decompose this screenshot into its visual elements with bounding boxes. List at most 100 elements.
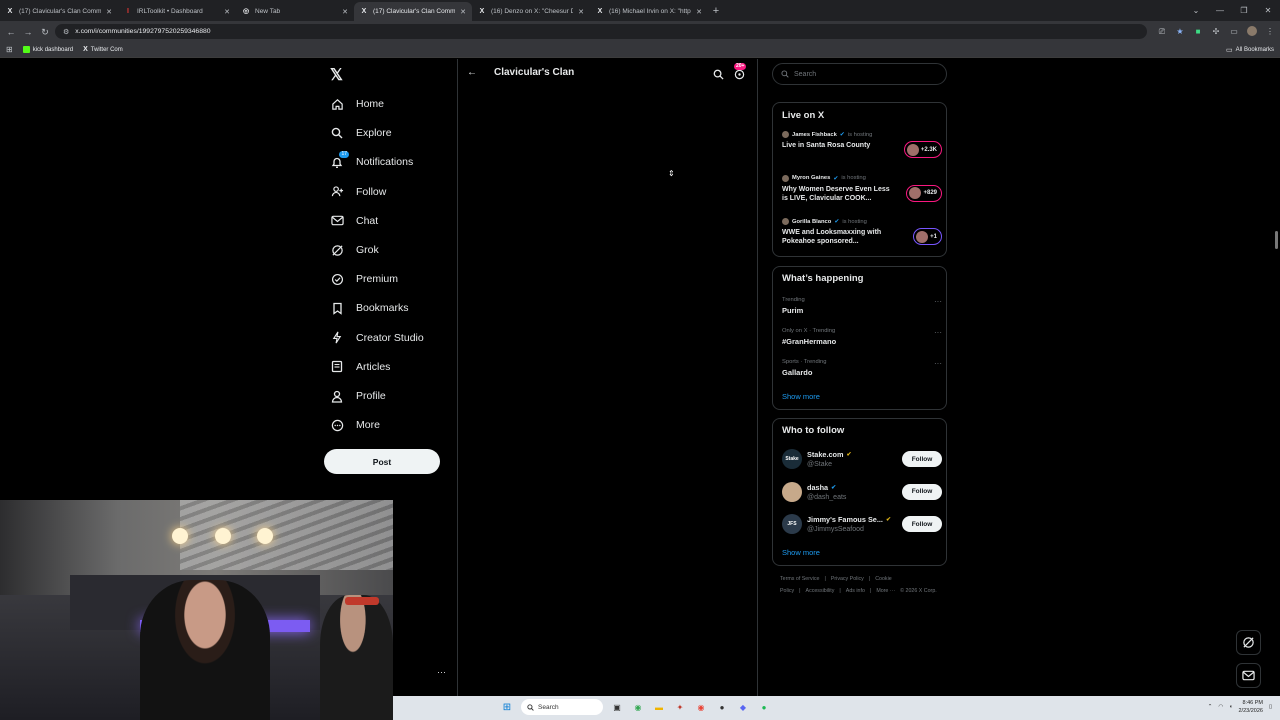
bookmark-twitter[interactable]: X Twitter Com [83,46,123,53]
close-tab-icon[interactable]: ✕ [106,8,112,16]
more-options-icon[interactable]: ··· [934,297,942,306]
live-broadcast-item[interactable]: Gorilla Blanco ✔ is hosting WWE and Looksma… [782,218,942,246]
windows-start-icon[interactable]: ⊞ [500,700,514,714]
close-tab-icon[interactable]: ✕ [460,8,466,16]
menu-icon[interactable]: ⋮ [1264,27,1276,36]
reload-icon[interactable]: ↻ [38,25,52,39]
live-broadcast-item[interactable]: James Fishback ✔ is hosting Live in Santa R… [782,131,942,158]
more-options-icon[interactable]: ··· [934,328,942,337]
sidebar-icon[interactable]: ▭ [1228,27,1240,36]
footer-link[interactable]: Ads info [846,588,865,594]
close-tab-icon[interactable]: ✕ [578,8,584,16]
browser-tab[interactable]: I IRLToolkit • Dashboard ✕ [118,2,236,21]
follow-suggestion[interactable]: JFS Jimmy's Famous Se... ✔ @JimmysSeafood Fo… [782,512,942,536]
extension-icon[interactable]: ■ [1192,27,1204,36]
account-more-icon[interactable]: ··· [437,667,446,677]
nav-item-more[interactable]: More [330,414,380,436]
nav-item-creator-studio[interactable]: Creator Studio [330,327,424,349]
avatar[interactable]: JFS [782,514,802,534]
trend-item[interactable]: Sports · Trending Gallardo ··· [782,359,942,377]
grok-fab[interactable] [1236,630,1261,655]
scroll-thumb[interactable] [1275,231,1278,249]
taskbar-clock[interactable]: 8:46 PM 2/23/2026 [1239,699,1263,715]
trends-show-more-link[interactable]: Show more [782,392,820,401]
nav-item-profile[interactable]: Profile [330,385,386,407]
url-omnibox[interactable]: ⚙ x.com/i/communities/199279752025934688… [55,24,1147,39]
taskbar-search[interactable]: Search [521,699,603,715]
nav-item-premium[interactable]: Premium [330,268,398,290]
browser-tab[interactable]: X (17) Clavicular's Clan Community ✕ [354,2,472,21]
new-tab-button[interactable]: + [708,2,724,21]
close-tab-icon[interactable]: ✕ [342,8,348,16]
app-icon[interactable]: ✦ [673,700,687,714]
chrome-icon[interactable]: ◉ [631,700,645,714]
browser-tab[interactable]: ◎ New Tab ✕ [236,2,354,21]
page-scrollbar[interactable] [1273,59,1280,720]
footer-link[interactable]: © 2026 X Corp. [900,588,937,594]
footer-link[interactable]: Accessibility [806,588,835,594]
more-options-icon[interactable]: ··· [934,359,942,368]
follow-show-more-link[interactable]: Show more [782,548,820,557]
all-bookmarks[interactable]: ▭ All Bookmarks [1226,46,1274,54]
footer-link[interactable]: Privacy Policy [831,576,864,582]
profile-avatar[interactable] [1246,25,1258,38]
back-icon[interactable]: ← [4,25,18,39]
avatar[interactable]: Stake [782,449,802,469]
clock-date: 2/23/2026 [1238,708,1263,714]
minimize-button[interactable]: — [1208,0,1232,21]
avatar[interactable] [782,481,802,502]
extensions-puzzle-icon[interactable]: ✣ [1210,27,1222,36]
close-tab-icon[interactable]: ✕ [224,8,230,16]
chrome-icon[interactable]: ◉ [694,700,708,714]
notification-center-icon[interactable]: ▯ [1269,704,1272,710]
close-window-button[interactable]: ✕ [1256,0,1280,21]
volume-icon[interactable]: ◖ [1229,704,1232,710]
tab-search-icon[interactable]: ⌄ [1184,0,1208,21]
search-input[interactable]: Search [772,63,947,85]
nav-item-chat[interactable]: Chat [330,210,378,232]
footer-link[interactable]: More ··· [876,588,895,594]
nav-item-explore[interactable]: Explore [330,122,392,144]
post-button[interactable]: Post [324,449,440,474]
follow-button[interactable]: Follow [902,516,942,532]
footer-link[interactable]: Terms of Service [780,576,819,582]
x-logo-icon[interactable]: 𝕏 [330,65,343,85]
live-broadcast-item[interactable]: Myron Gaines ✔ is hosting Why Women Deserve… [782,174,942,203]
install-app-icon[interactable]: ⎚ [1156,27,1168,37]
task-view-icon[interactable]: ▣ [610,700,624,714]
trend-item[interactable]: Only on X · Trending #GranHermano ··· [782,328,942,346]
hosting-label: is hosting [841,175,866,181]
browser-tab[interactable]: X (17) Clavicular's Clan Community ✕ [0,2,118,21]
file-explorer-icon[interactable]: ▬ [652,700,666,714]
nav-item-home[interactable]: Home [330,93,384,115]
spotify-icon[interactable]: ● [757,700,771,714]
messages-fab[interactable] [1236,663,1261,688]
bookmark-kick[interactable]: kick dashboard [22,46,73,53]
follow-suggestion[interactable]: dasha ✔ @dash_eats Follow [782,480,942,504]
suggestion-name-line: Jimmy's Famous Se... ✔ [807,515,897,524]
nav-item-notifications[interactable]: 17 Notifications [330,151,413,173]
nav-item-follow[interactable]: Follow [330,181,386,203]
star-bookmark-icon[interactable]: ★ [1174,27,1186,36]
browser-tab[interactable]: X (16) Denzo on X: "Cheesur DEE ✕ [472,2,590,21]
close-tab-icon[interactable]: ✕ [696,8,702,16]
obs-icon[interactable]: ● [715,700,729,714]
nav-item-articles[interactable]: Articles [330,356,390,378]
browser-tab[interactable]: X (16) Michael Irvin on X: "https:/ ✕ [590,2,708,21]
tray-chevron-icon[interactable]: ⌃ [1208,704,1213,710]
wifi-icon[interactable]: ◠ [1218,704,1223,710]
forward-icon[interactable]: → [21,25,35,39]
nav-item-bookmarks[interactable]: Bookmarks [330,297,409,319]
follow-button[interactable]: Follow [902,483,942,500]
site-info-icon[interactable]: ⚙ [63,28,69,36]
search-icon[interactable] [713,67,724,85]
trend-item[interactable]: Trending Purim ··· [782,297,942,315]
discord-icon[interactable]: ◆ [736,700,750,714]
nav-item-grok[interactable]: Grok [330,239,379,261]
follow-suggestion[interactable]: Stake Stake.com ✔ @Stake Follow [782,447,942,471]
back-arrow-icon[interactable]: ← [467,67,477,78]
apps-grid-icon[interactable]: ⊞ [6,45,13,54]
follow-button[interactable]: Follow [902,451,942,467]
listener-count: +2.3K [920,146,937,153]
maximize-button[interactable]: ❐ [1232,0,1256,21]
